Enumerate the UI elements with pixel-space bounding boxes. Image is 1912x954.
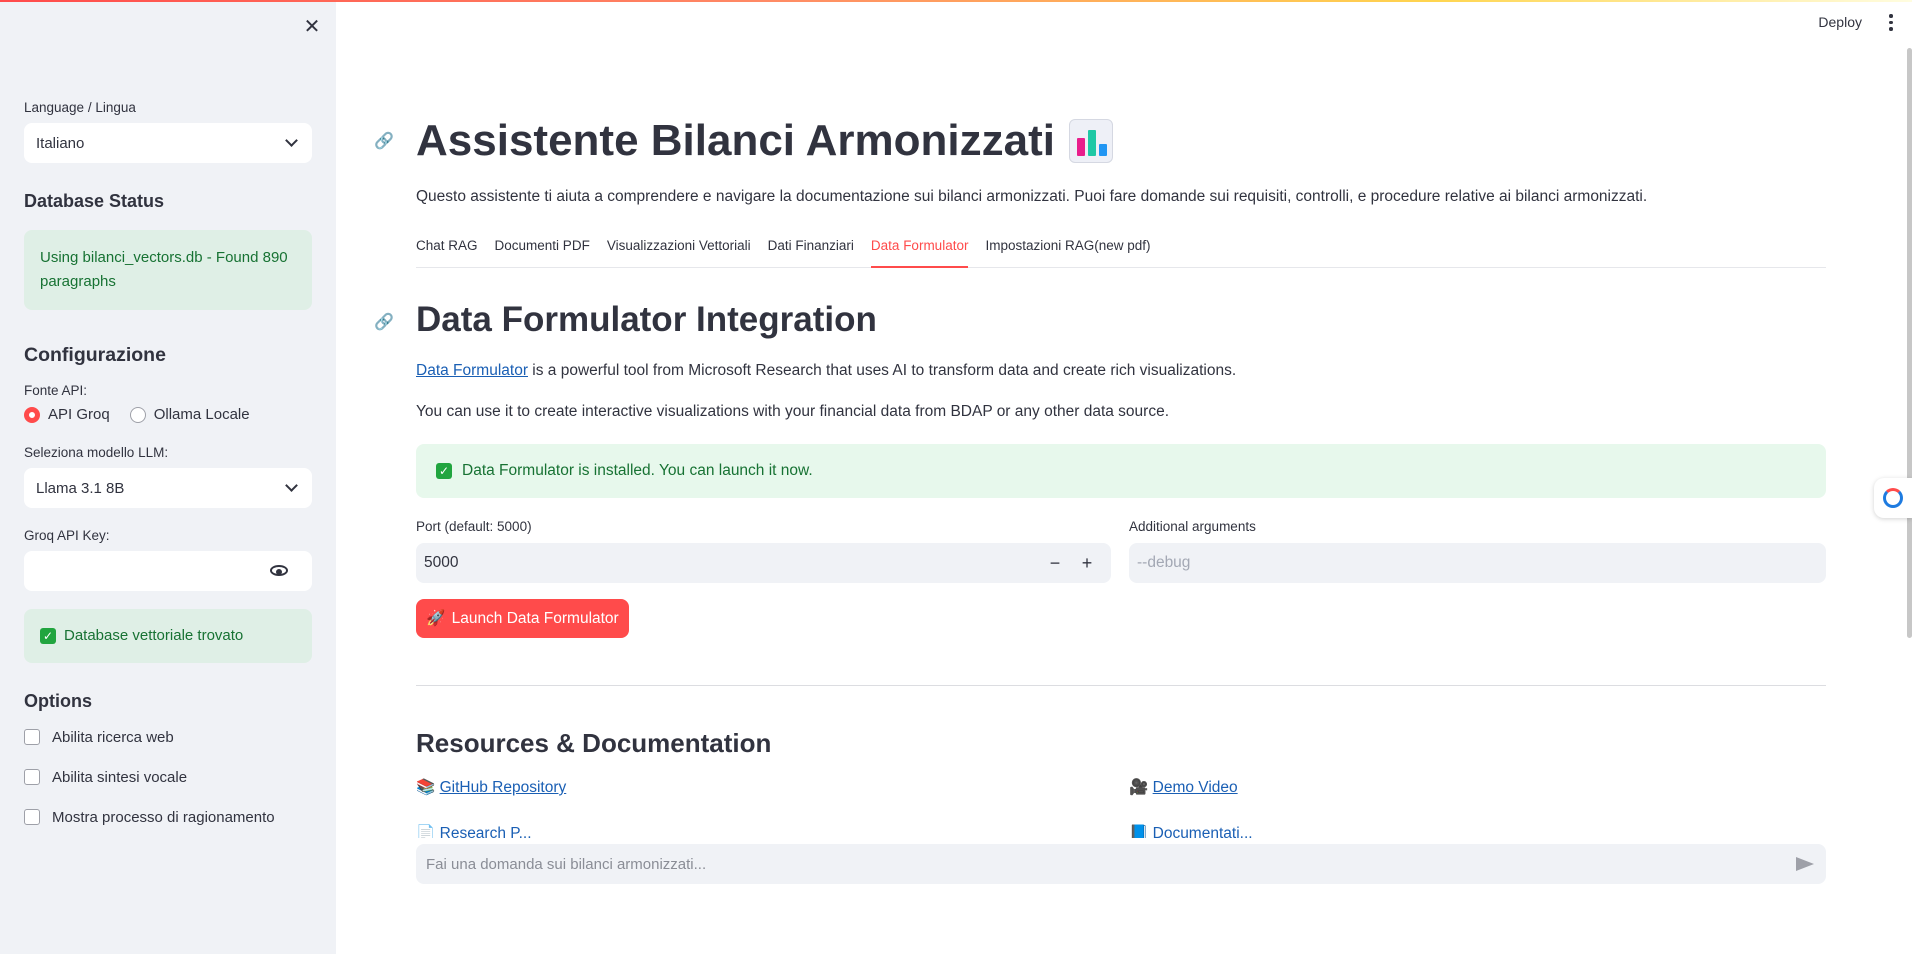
- send-icon[interactable]: [1796, 857, 1814, 871]
- model-label: Seleziona modello LLM:: [24, 445, 169, 460]
- api-key-input[interactable]: [24, 551, 312, 591]
- vector-db-alert: ✓ Database vettoriale trovato: [24, 609, 312, 663]
- config-title: Configurazione: [24, 344, 166, 366]
- link-label: GitHub Repository: [439, 779, 567, 796]
- checkbox-icon: [24, 729, 40, 745]
- language-value: Italiano: [36, 134, 85, 152]
- api-source-label: Fonte API:: [24, 383, 88, 398]
- bar-chart-icon: [1068, 119, 1113, 163]
- radio-unselected-icon: [129, 406, 146, 423]
- github-repository-link[interactable]: 📚 GitHub Repository: [416, 778, 566, 797]
- main-scrollbar[interactable]: [1907, 48, 1912, 638]
- model-value: Llama 3.1 8B: [36, 479, 125, 497]
- page-title: Assistente Bilanci Armonizzati: [416, 116, 1113, 166]
- research-paper-link[interactable]: 📄 Research P...: [416, 824, 532, 838]
- radio-api-groq[interactable]: API Groq: [24, 406, 110, 423]
- link-anchor-icon[interactable]: 🔗: [374, 312, 394, 332]
- option-show-reasoning[interactable]: Mostra processo di ragionamento: [24, 806, 312, 828]
- tab-visualizzazioni-vettoriali[interactable]: Visualizzazioni Vettoriali: [607, 236, 751, 268]
- divider: [416, 685, 1826, 686]
- floating-widget-button[interactable]: [1874, 478, 1912, 518]
- language-select[interactable]: Italiano: [24, 123, 312, 163]
- check-mark-icon: ✓: [436, 463, 452, 479]
- option-label: Abilita ricerca web: [52, 728, 174, 746]
- link-label: Demo Video: [1152, 779, 1238, 796]
- tab-data-formulator[interactable]: Data Formulator: [870, 236, 969, 268]
- clipped-resource-row: 📄 Research P... 📘 Documentati...: [416, 820, 1826, 838]
- radio-label: API Groq: [48, 406, 110, 423]
- option-web-search[interactable]: Abilita ricerca web: [24, 726, 312, 748]
- args-label: Additional arguments: [1129, 519, 1256, 534]
- close-icon[interactable]: ✕: [300, 14, 324, 38]
- increment-button[interactable]: +: [1071, 553, 1103, 574]
- checkbox-icon: [24, 769, 40, 785]
- refresh-icon: [1883, 488, 1903, 508]
- language-label: Language / Lingua: [24, 100, 136, 115]
- link-label: Documentati...: [1152, 825, 1253, 838]
- documentation-link[interactable]: 📘 Documentati...: [1129, 824, 1253, 838]
- page-title-text: Assistente Bilanci Armonizzati: [416, 116, 1055, 165]
- launch-button[interactable]: 🚀 Launch Data Formulator: [416, 599, 629, 638]
- data-formulator-link[interactable]: Data Formulator: [416, 362, 528, 379]
- tab-dati-finanziari[interactable]: Dati Finanziari: [768, 236, 854, 268]
- df-usage-text: You can use it to create interactive vis…: [416, 403, 1170, 420]
- tab-bar: Chat RAG Documenti PDF Visualizzazioni V…: [416, 236, 1826, 268]
- page-icon: 📄: [416, 825, 436, 838]
- video-camera-icon: 🎥: [1129, 779, 1149, 796]
- decrement-button[interactable]: −: [1039, 553, 1071, 574]
- port-label: Port (default: 5000): [416, 519, 532, 534]
- db-status-alert: Using bilanci_vectors.db - Found 890 par…: [24, 230, 312, 310]
- launch-label: Launch Data Formulator: [451, 609, 619, 627]
- model-select[interactable]: Llama 3.1 8B: [24, 468, 312, 508]
- chevron-down-icon: [285, 479, 298, 492]
- check-mark-icon: ✓: [40, 628, 56, 644]
- chevron-down-icon: [285, 134, 298, 147]
- demo-video-link[interactable]: 🎥 Demo Video: [1129, 778, 1238, 797]
- top-header: Deploy: [336, 0, 1912, 48]
- tab-documenti-pdf[interactable]: Documenti PDF: [495, 236, 590, 268]
- api-source-radio-group: API Groq Ollama Locale: [24, 406, 312, 423]
- api-key-label: Groq API Key:: [24, 528, 110, 543]
- resources-title: Resources & Documentation: [416, 728, 772, 758]
- installed-msg: Data Formulator is installed. You can la…: [462, 462, 813, 479]
- doc-icon: 📘: [1129, 825, 1149, 838]
- options-list: Abilita ricerca web Abilita sintesi voca…: [24, 726, 312, 828]
- books-icon: 📚: [416, 779, 436, 796]
- installed-alert: ✓ Data Formulator is installed. You can …: [416, 444, 1826, 498]
- tab-chat-rag[interactable]: Chat RAG: [416, 236, 478, 268]
- sidebar: ✕ Language / Lingua Italiano Database St…: [0, 0, 336, 954]
- radio-selected-icon: [24, 406, 40, 423]
- deploy-button[interactable]: Deploy: [1818, 14, 1862, 30]
- db-status-title: Database Status: [24, 191, 165, 211]
- port-value: 5000: [424, 554, 459, 571]
- radio-label: Ollama Locale: [153, 406, 250, 423]
- option-label: Abilita sintesi vocale: [52, 768, 188, 786]
- link-label: Research P...: [439, 825, 532, 838]
- show-password-eye-icon[interactable]: [270, 565, 288, 576]
- option-speech-synthesis[interactable]: Abilita sintesi vocale: [24, 766, 312, 788]
- vector-db-msg: Database vettoriale trovato: [64, 627, 244, 644]
- tab-impostazioni-rag[interactable]: Impostazioni RAG(new pdf): [985, 236, 1150, 268]
- chat-placeholder: Fai una domanda sui bilanci armonizzati.…: [426, 855, 707, 873]
- intro-text: Questo assistente ti aiuta a comprendere…: [416, 188, 1648, 205]
- args-input[interactable]: --debug: [1129, 543, 1826, 583]
- link-anchor-icon[interactable]: 🔗: [374, 131, 394, 151]
- kebab-menu-icon[interactable]: [1888, 14, 1894, 31]
- option-label: Mostra processo di ragionamento: [52, 808, 275, 826]
- chat-input[interactable]: Fai una domanda sui bilanci armonizzati.…: [416, 844, 1826, 884]
- df-description: Data Formulator is a powerful tool from …: [416, 362, 1236, 380]
- options-title: Options: [24, 691, 92, 711]
- df-desc-text: is a powerful tool from Microsoft Resear…: [527, 362, 1237, 379]
- rocket-icon: 🚀: [426, 610, 446, 627]
- sidebar-content: Language / Lingua Italiano Database Stat…: [24, 100, 312, 828]
- port-input[interactable]: 5000 − +: [416, 543, 1111, 583]
- radio-ollama-locale[interactable]: Ollama Locale: [129, 406, 250, 423]
- top-decoration-bar: [0, 0, 1912, 2]
- section-title: Data Formulator Integration: [416, 300, 877, 339]
- checkbox-icon: [24, 809, 40, 825]
